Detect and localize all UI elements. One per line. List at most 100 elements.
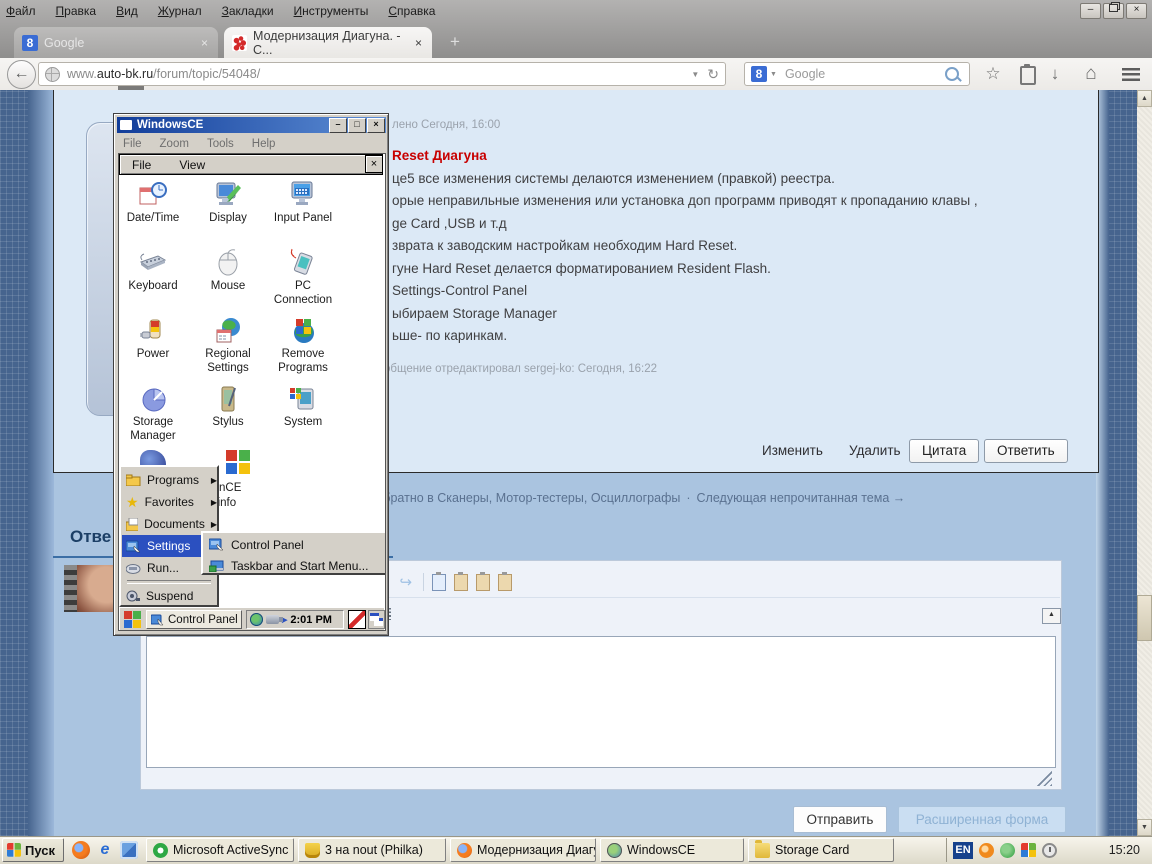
start-menu-programs[interactable]: Programs ▶ [122,469,220,491]
copy-icon[interactable] [431,571,446,591]
quicklaunch-window-icon[interactable] [120,841,138,859]
ce-start-button[interactable] [124,611,141,628]
show-desktop-icon[interactable] [368,610,385,629]
wince-menu-zoom[interactable]: Zoom [160,138,189,150]
reply-button[interactable]: Ответить [984,439,1068,463]
paste-icon[interactable] [453,571,468,591]
cp-icon-mouse[interactable]: Mouse [196,248,260,294]
new-tab-button[interactable]: + [443,31,467,53]
wince-menu-file[interactable]: File [123,138,142,150]
search-bar[interactable]: 8 ▼ Google [744,62,970,86]
home-icon[interactable]: ⌂ [1078,62,1104,86]
tray-nero-icon[interactable] [979,842,994,858]
wince-maximize-button[interactable]: □ [348,117,366,133]
delete-link[interactable]: Удалить [849,443,901,458]
quicklaunch-ie-icon[interactable]: e [96,841,114,859]
paste-plain-icon[interactable] [475,571,490,591]
quote-button[interactable]: Цитата [909,439,980,463]
wince-minimize-button[interactable]: – [329,117,347,133]
menu-view[interactable]: Вид [116,4,138,18]
cp-icon-remove-programs[interactable]: Remove Programs [271,316,335,375]
cp-icon-keyboard[interactable]: Keyboard [121,248,185,294]
advanced-form-button[interactable]: Расширенная форма [898,806,1066,833]
ce-task-control-panel[interactable]: Control Panel [146,610,242,629]
close-button[interactable]: × [1126,3,1147,19]
task-firefox-forum[interactable]: Модернизация Диагуна... [450,838,596,862]
minimize-button[interactable]: – [1080,3,1101,19]
wince-menu-help[interactable]: Help [252,138,276,150]
cp-close-button[interactable]: × [365,155,383,173]
next-unread-link[interactable]: Следующая непрочитанная тема → [697,491,906,505]
cp-icon-display[interactable]: Display [196,180,260,226]
cp-icon-storage-manager[interactable]: Storage Manager [121,384,185,443]
stylus-toggle-icon[interactable] [348,610,366,629]
reply-textarea[interactable] [146,636,1056,768]
task-windowsce[interactable]: WindowsCE [600,838,744,862]
cp-icon-regional[interactable]: Regional Settings [196,316,260,375]
cp-icon-system[interactable]: System [271,384,335,430]
submenu-taskbar-startmenu[interactable]: Taskbar and Start Menu... [204,555,385,576]
scrollbar-track[interactable] [1137,90,1152,836]
bookmarks-library-icon[interactable] [1020,64,1036,85]
cp-icon-pc-connection[interactable]: PC Connection [271,248,335,307]
tab-close-icon[interactable]: × [413,36,424,50]
paste-word-icon[interactable] [497,571,512,591]
tab-google[interactable]: 8 Google × [14,27,218,58]
restore-button[interactable] [1103,3,1124,19]
wince-titlebar[interactable]: WindowsCE – □ × [117,117,386,133]
hamburger-menu-icon[interactable] [1122,68,1140,81]
menu-history[interactable]: Журнал [158,4,202,18]
menu-bookmarks[interactable]: Закладки [222,4,274,18]
toolbar-collapse-button[interactable]: ▲ [1042,608,1061,624]
task-philka[interactable]: 3 на nout (Philka) [298,838,446,862]
quicklaunch-firefox-icon[interactable] [72,841,90,859]
start-menu-suspend[interactable]: Suspend [122,585,220,607]
redo-icon[interactable]: ↪ [397,574,415,591]
wince-window[interactable]: WindowsCE – □ × File Zoom Tools Help Fil… [113,113,389,636]
tray-windows-icon[interactable] [1021,842,1036,858]
cp-menu-view[interactable]: View [179,158,205,172]
menu-tools[interactable]: Инструменты [294,4,369,18]
search-icon[interactable] [945,67,959,81]
scrollbar-thumb[interactable] [1137,595,1152,641]
cp-icon-label: Power [136,348,170,360]
cp-icon-stylus[interactable]: Stylus [196,384,260,430]
menu-file[interactable]: Файл [6,4,36,18]
task-storage-card[interactable]: Storage Card [748,838,894,862]
tab-forum[interactable]: Модернизация Диагуна. - С... × [224,27,432,58]
task-activesync[interactable]: Microsoft ActiveSync [146,838,294,862]
url-dropdown-icon[interactable]: ▼ [691,70,699,79]
site-identity-icon[interactable] [45,66,60,82]
bookmark-star-icon[interactable]: ☆ [980,62,1006,86]
wince-close-button[interactable]: × [367,117,385,133]
submenu-control-panel[interactable]: Control Panel [204,534,385,555]
back-button[interactable]: ← [7,60,36,89]
cp-icon-datetime[interactable]: Date/Time [121,180,185,226]
power-icon [140,319,161,339]
cp-icon-power[interactable]: Power [121,316,185,362]
search-engine-dropdown-icon[interactable]: ▼ [770,71,777,78]
wince-menu-tools[interactable]: Tools [207,138,234,150]
downloads-icon[interactable]: ↓ [1042,62,1068,86]
start-menu-favorites[interactable]: ★ Favorites ▶ [122,491,220,513]
edit-link[interactable]: Изменить [762,443,823,458]
network-globe-icon[interactable] [250,613,263,626]
submit-button[interactable]: Отправить [793,806,887,833]
google-favicon: 8 [22,34,38,51]
usb-connection-icon[interactable] [266,615,283,624]
menu-edit[interactable]: Правка [56,4,97,18]
tray-volume-icon[interactable] [1042,842,1057,858]
url-bar[interactable]: www. auto-bk.ru/forum/topic/54048/ ▼ ↻ [38,62,726,86]
language-indicator[interactable]: EN [953,841,973,859]
menu-help[interactable]: Справка [388,4,435,18]
scroll-down-button[interactable]: ▼ [1137,819,1152,836]
cp-icon-input-panel[interactable]: Input Panel [271,180,335,226]
tab-close-icon[interactable]: × [199,36,210,50]
search-engine-icon[interactable]: 8 [751,66,767,82]
xp-start-button[interactable]: Пуск [2,838,64,862]
cp-menu-file[interactable]: File [132,158,151,172]
tray-activesync-icon[interactable] [1000,842,1015,858]
back-to-forum-link[interactable]: Обратно в Сканеры, Мотор-тестеры, Осцилл… [374,491,681,505]
scroll-up-button[interactable]: ▲ [1137,90,1152,107]
reload-icon[interactable]: ↻ [707,66,719,83]
